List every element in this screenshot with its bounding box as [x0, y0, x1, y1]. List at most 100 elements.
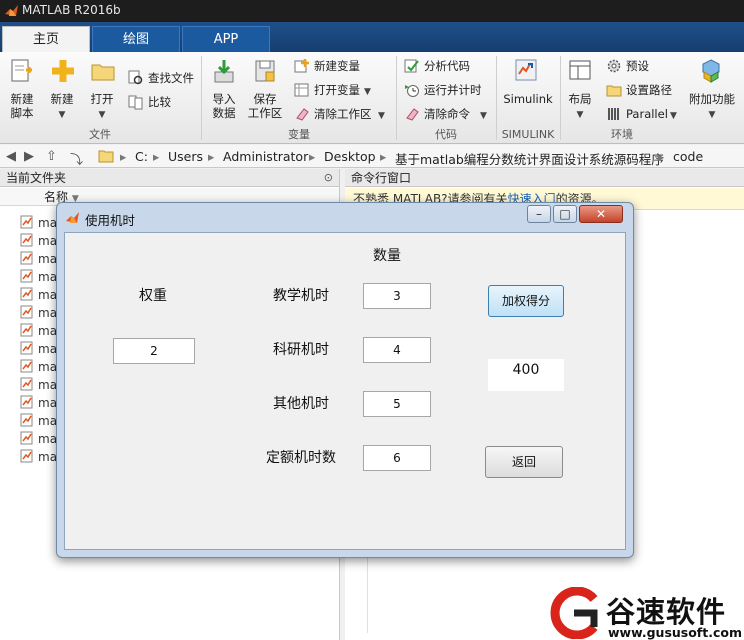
tab-apps[interactable]: APP [182, 26, 270, 52]
watermark-url: www.gususoft.com [608, 625, 742, 640]
panel-menu-icon[interactable]: ⊙ [324, 171, 333, 184]
run-and-time-icon [405, 85, 419, 97]
file-name: ma [38, 396, 58, 410]
teaching-hours-label: 教学机时 [273, 288, 329, 304]
section-simulink-label: SIMULINK [501, 128, 555, 141]
file-list-item[interactable]: ma [20, 394, 57, 412]
section-variable-label: 变量 [288, 128, 310, 141]
open-variable-icon [294, 83, 309, 97]
maximize-button[interactable]: □ [553, 205, 577, 223]
minimize-button[interactable]: – [527, 205, 551, 223]
close-button[interactable]: ✕ [579, 205, 623, 223]
gusu-logo-icon [550, 587, 598, 639]
quantity-header: 数量 [373, 248, 401, 264]
file-list-item[interactable]: ma [20, 376, 57, 394]
breadcrumb-c[interactable]: C: [135, 149, 148, 164]
research-hours-label: 科研机时 [273, 342, 329, 358]
quota-hours-label: 定额机时数 [266, 450, 336, 466]
preferences-label: 预设 [626, 59, 649, 73]
file-name: ma [38, 414, 58, 428]
ribbon: 新建 脚本 新建 ▼ 打开 ▼ 查找文件 比较 文件 导入 数据 保存 工作区 … [0, 52, 744, 144]
other-hours-input[interactable]: 5 [363, 391, 431, 417]
weight-input[interactable]: 2 [113, 338, 195, 364]
breadcrumb-administrator[interactable]: Administrator [223, 149, 308, 164]
file-name: ma [38, 378, 58, 392]
breadcrumb-separator: ▸ [153, 149, 160, 164]
save-label-2: 工作区 [247, 106, 283, 120]
breadcrumb-users[interactable]: Users [168, 149, 203, 164]
file-list-item[interactable]: ma [20, 304, 57, 322]
file-list-item[interactable]: ma [20, 340, 57, 358]
file-name: ma [38, 342, 58, 356]
matlab-file-icon [20, 377, 34, 391]
import-label-1: 导入 [212, 92, 236, 106]
back-arrow-icon[interactable]: ◀ [6, 149, 16, 164]
gear-icon [607, 59, 621, 73]
research-hours-input[interactable]: 4 [363, 337, 431, 363]
layout-dropdown-icon[interactable]: ▼ [564, 108, 596, 122]
matlab-file-icon [20, 413, 34, 427]
matlab-logo-icon [5, 5, 18, 16]
file-list-item[interactable]: ma [20, 214, 57, 232]
matlab-file-icon [20, 287, 34, 301]
import-label-2: 数据 [212, 106, 236, 120]
clear-commands-dropdown-icon[interactable]: ▼ [480, 109, 487, 123]
parallel-dropdown-icon[interactable]: ▼ [670, 109, 677, 123]
file-list-item[interactable]: ma [20, 286, 57, 304]
file-list-item[interactable]: ma [20, 322, 57, 340]
dialog-client-area: 数量 权重 2 教学机时 3 科研机时 4 其他机时 5 定额机时数 6 加权得… [64, 232, 626, 550]
new-plus-icon [52, 60, 74, 82]
file-list-item[interactable]: ma [20, 358, 57, 376]
weighted-score-button[interactable]: 加权得分 [488, 285, 564, 317]
clear-workspace-label: 清除工作区 [314, 107, 372, 121]
simulink-label: Simulink [503, 92, 553, 106]
breadcrumb-code[interactable]: code [673, 149, 703, 164]
browse-folder-icon[interactable]: ⤵ [70, 149, 83, 168]
ribbon-separator [396, 56, 397, 140]
breadcrumb-desktop[interactable]: Desktop [324, 149, 376, 164]
breadcrumb-project-folder[interactable]: 基于matlab编程分数统计界面设计系统源码程序 [395, 149, 664, 168]
find-files-label: 查找文件 [148, 71, 194, 85]
file-list-item[interactable]: ma [20, 448, 57, 466]
new-script-icon [11, 59, 32, 82]
new-label: 新建 [50, 92, 74, 106]
forward-arrow-icon[interactable]: ▶ [24, 149, 34, 164]
add-ons-dropdown-icon[interactable]: ▼ [686, 108, 738, 122]
matlab-file-icon [20, 215, 34, 229]
open-label: 打开 [90, 92, 114, 106]
new-script-label-2: 脚本 [10, 106, 34, 120]
file-list-item[interactable]: ma [20, 412, 57, 430]
ribbon-tab-strip: 主页 绘图 APP [0, 22, 744, 52]
import-data-icon [214, 60, 234, 83]
up-folder-icon[interactable]: ⇧ [46, 149, 57, 164]
analyze-code-label: 分析代码 [424, 59, 470, 73]
matlab-file-icon [20, 269, 34, 283]
teaching-hours-input[interactable]: 3 [363, 283, 431, 309]
clear-workspace-icon [296, 108, 309, 121]
matlab-figure-icon [66, 212, 79, 223]
tab-plots[interactable]: 绘图 [92, 26, 180, 52]
open-folder-icon [91, 64, 115, 81]
back-button[interactable]: 返回 [485, 446, 563, 478]
find-files-icon [128, 70, 143, 85]
quota-hours-input[interactable]: 6 [363, 445, 431, 471]
parallel-label: Parallel [626, 107, 668, 121]
parallel-icon [608, 108, 619, 120]
breadcrumb-separator: ▸ [120, 149, 127, 164]
open-dropdown-icon[interactable]: ▼ [86, 108, 118, 122]
tab-home[interactable]: 主页 [2, 26, 90, 52]
file-list-item[interactable]: ma [20, 232, 57, 250]
add-ons-icon [702, 59, 720, 83]
open-variable-dropdown-icon[interactable]: ▼ [364, 85, 371, 99]
file-list-item[interactable]: ma [20, 268, 57, 286]
dialog-title: 使用机时 [85, 213, 136, 228]
clear-workspace-dropdown-icon[interactable]: ▼ [378, 109, 385, 123]
save-workspace-icon [255, 60, 275, 82]
matlab-file-icon [20, 395, 34, 409]
new-dropdown-icon[interactable]: ▼ [46, 108, 78, 122]
matlab-file-icon [20, 251, 34, 265]
open-variable-label: 打开变量 [314, 83, 360, 97]
file-list-item[interactable]: ma [20, 250, 57, 268]
matlab-file-icon [20, 431, 34, 445]
file-list-item[interactable]: ma [20, 430, 57, 448]
